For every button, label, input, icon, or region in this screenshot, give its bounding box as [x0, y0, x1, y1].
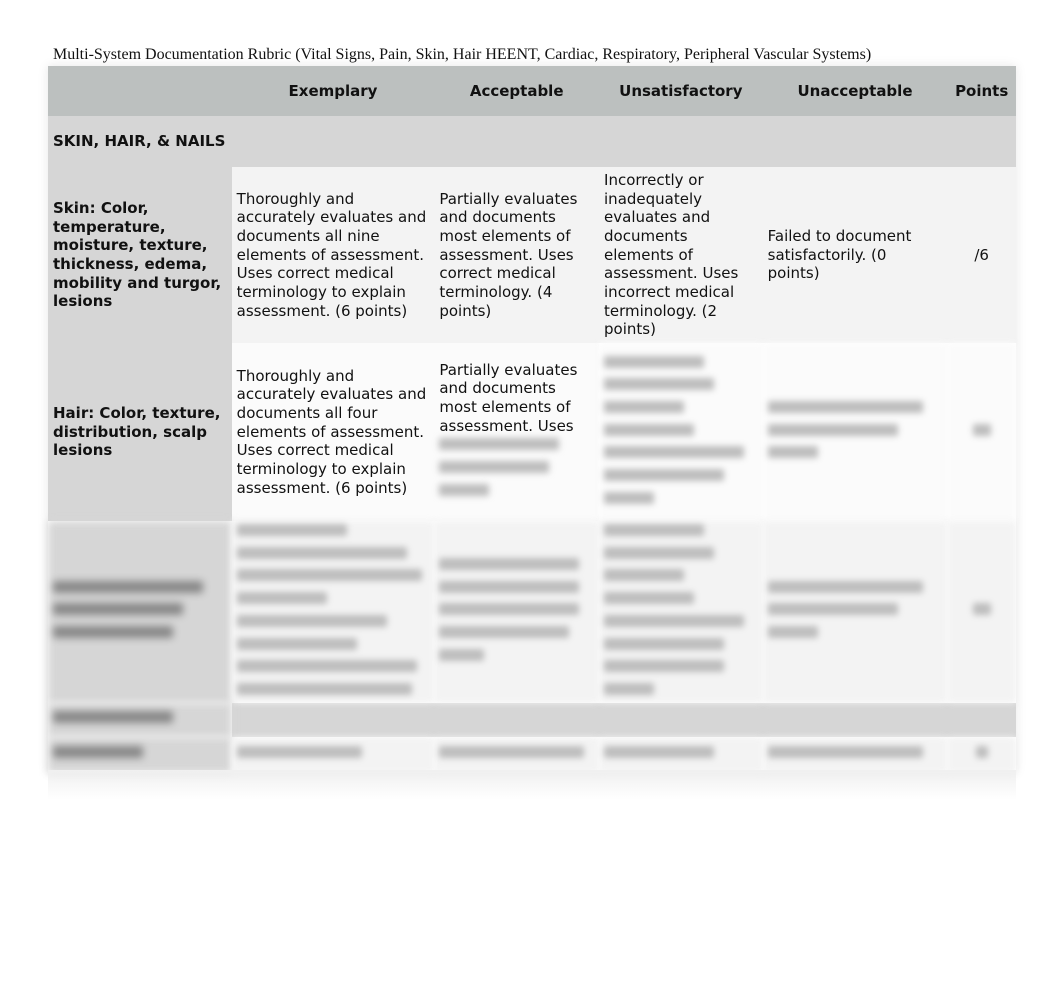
section-label-blurred	[48, 702, 232, 737]
section-label: SKIN, HAIR, & NAILS	[48, 116, 232, 167]
unsatisfactory-blurred	[599, 736, 763, 773]
hair-acceptable: Partially evaluates and documents most e…	[434, 343, 600, 521]
section-empty-cell	[947, 702, 1016, 737]
table-bottom-fade	[48, 770, 1016, 800]
section-empty-cell	[434, 702, 600, 737]
rubric-header-row: Exemplary Acceptable Unsatisfactory Unac…	[48, 66, 1016, 116]
section-empty-cell	[599, 702, 763, 737]
exemplary-blurred	[231, 736, 435, 773]
document-title: Multi-System Documentation Rubric (Vital…	[53, 46, 872, 63]
section-empty-cell	[599, 116, 763, 167]
points-blurred	[947, 736, 1016, 773]
section-row-skin-hair-nails: SKIN, HAIR, & NAILS	[48, 116, 1016, 167]
hair-unacceptable-blurred	[762, 343, 948, 521]
section-empty-cell	[231, 702, 435, 737]
hair-exemplary: Thoroughly and accurately evaluates and …	[231, 343, 435, 521]
criterion-blurred	[48, 521, 232, 703]
skin-exemplary: Thoroughly and accurately evaluates and …	[231, 167, 435, 343]
unacceptable-blurred	[762, 521, 948, 703]
section-empty-cell	[762, 116, 948, 167]
acceptable-blurred	[434, 521, 600, 703]
section-empty-cell	[434, 116, 600, 167]
hair-acceptable-visible-text: Partially evaluates and documents most e…	[439, 360, 578, 435]
rubric-table: Exemplary Acceptable Unsatisfactory Unac…	[48, 66, 1016, 773]
header-exemplary: Exemplary	[231, 66, 435, 116]
section-empty-cell	[231, 116, 435, 167]
header-unsatisfactory: Unsatisfactory	[599, 66, 763, 116]
section-empty-cell	[947, 116, 1016, 167]
skin-unacceptable: Failed to document satisfactorily. (0 po…	[762, 167, 948, 343]
criterion-blurred	[48, 736, 232, 773]
table-row-blurred	[48, 521, 1016, 703]
unacceptable-blurred	[762, 736, 948, 773]
criterion-skin: Skin: Color, temperature, moisture, text…	[48, 167, 232, 343]
section-empty-cell	[762, 702, 948, 737]
hair-acceptable-blurred-text	[439, 435, 594, 503]
unsatisfactory-blurred	[599, 521, 763, 703]
table-row-skin: Skin: Color, temperature, moisture, text…	[48, 167, 1016, 343]
hair-unsatisfactory-blurred	[599, 343, 763, 521]
section-row-blurred	[48, 702, 1016, 737]
criterion-hair: Hair: Color, texture, distribution, scal…	[48, 343, 232, 521]
header-points: Points	[947, 66, 1016, 116]
header-unacceptable: Unacceptable	[762, 66, 948, 116]
acceptable-blurred	[434, 736, 600, 773]
table-row-blurred	[48, 736, 1016, 773]
skin-unsatisfactory: Incorrectly or inadequately evaluates an…	[599, 167, 763, 343]
header-criteria	[48, 66, 232, 116]
points-blurred	[947, 521, 1016, 703]
header-acceptable: Acceptable	[434, 66, 600, 116]
skin-acceptable: Partially evaluates and documents most e…	[434, 167, 600, 343]
exemplary-blurred	[231, 521, 435, 703]
hair-points-blurred	[947, 343, 1016, 521]
table-row-hair: Hair: Color, texture, distribution, scal…	[48, 343, 1016, 521]
skin-points: /6	[947, 167, 1016, 343]
